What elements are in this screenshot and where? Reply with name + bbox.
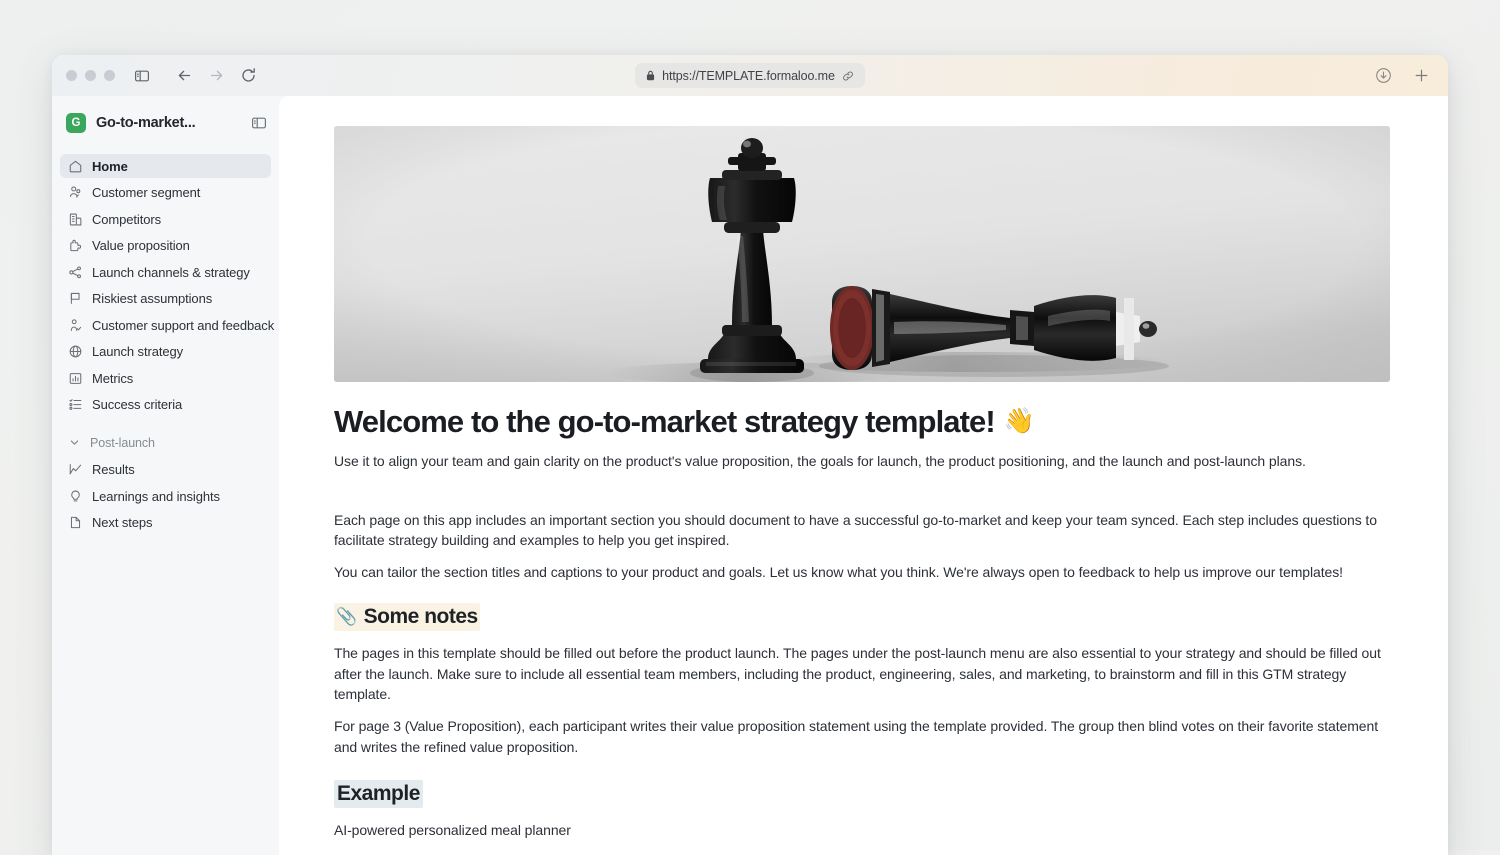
sidebar-item-label: Learnings and insights [92, 488, 220, 504]
sidebar-item-success-criteria[interactable]: Success criteria [60, 393, 271, 417]
some-notes-heading: 📎 Some notes [334, 602, 480, 632]
users-icon [68, 185, 83, 200]
sidebar-item-label: Riskiest assumptions [92, 291, 213, 306]
sidebar-item-label: Customer segment [92, 185, 201, 200]
url-text: https://TEMPLATE.formaloo.me [662, 68, 835, 83]
maximize-window-button[interactable] [104, 70, 115, 81]
workspace-badge: G [66, 113, 86, 133]
app-body: G Go-to-market... Home Customer segment … [52, 96, 1448, 855]
sidebar-item-label: Launch strategy [92, 344, 184, 359]
sidebar-section-post-launch[interactable]: Post-launch [60, 431, 271, 455]
notes-paragraph-1: The pages in this template should be fil… [334, 645, 1381, 703]
sidebar-item-label: Customer support and feedback [92, 317, 275, 333]
intro-paragraph-2: You can tailor the section titles and ca… [334, 564, 1343, 581]
reload-icon[interactable] [235, 63, 261, 89]
file-icon [68, 515, 83, 530]
sidebar-item-competitors[interactable]: Competitors [60, 207, 271, 231]
example-heading-text: Example [334, 779, 423, 808]
bar-chart-icon [68, 371, 83, 386]
sidebar-toggle-icon[interactable] [129, 63, 155, 89]
home-icon [68, 159, 83, 174]
puzzle-icon [68, 238, 83, 253]
panel-toggle-icon[interactable] [251, 115, 267, 131]
line-chart-icon [68, 462, 83, 477]
address-bar[interactable]: https://TEMPLATE.formaloo.me [635, 63, 865, 88]
sidebar-item-label: Next steps [92, 515, 153, 530]
sidebar-item-value-proposition[interactable]: Value proposition [60, 234, 271, 258]
sidebar-item-metrics[interactable]: Metrics [60, 366, 271, 390]
sidebar-item-label: Metrics [92, 370, 134, 386]
link-icon[interactable] [842, 70, 854, 82]
building-icon [68, 212, 83, 227]
plus-icon[interactable] [1408, 63, 1434, 89]
sidebar-item-label: Success criteria [92, 397, 183, 412]
lock-icon [646, 70, 655, 81]
sidebar-item-label: Competitors [92, 211, 161, 227]
intro-paragraph-1: Each page on this app includes an import… [334, 511, 1377, 549]
sidebar-item-next-steps[interactable]: Next steps [60, 511, 271, 535]
chess-pieces-illustration [334, 126, 1390, 382]
globe-icon [68, 344, 83, 359]
sidebar-section-label: Post-launch [90, 435, 155, 450]
example-heading: Example [334, 779, 423, 808]
flag-icon [68, 291, 83, 306]
sidebar: G Go-to-market... Home Customer segment … [52, 96, 279, 855]
some-notes-heading-text: Some notes [363, 604, 479, 628]
notes-paragraph-2: For page 3 (Value Proposition), each par… [334, 718, 1379, 755]
example-body-text: AI-powered personalized meal planner [334, 821, 571, 838]
waving-hand-icon: 👋 [1003, 407, 1035, 436]
sidebar-item-label: Value proposition [92, 238, 190, 253]
content-pane: Welcome to the go-to-market strategy tem… [279, 96, 1448, 855]
minimize-window-button[interactable] [85, 70, 96, 81]
lightbulb-icon [68, 489, 83, 504]
sidebar-item-label: Launch channels & strategy [92, 264, 250, 280]
workspace-title: Go-to-market... [96, 115, 196, 131]
close-window-button[interactable] [66, 70, 77, 81]
sidebar-item-label: Home [92, 158, 128, 174]
sidebar-item-customer-support-and-feedback[interactable]: Customer support and feedback [60, 313, 275, 337]
back-arrow-icon[interactable] [171, 63, 197, 89]
hero-image [334, 126, 1390, 382]
user-check-icon [68, 318, 83, 333]
page-lede: Use it to align your team and gain clari… [334, 452, 1306, 469]
workspace-header[interactable]: G Go-to-market... [60, 96, 271, 150]
page-title: Welcome to the go-to-market strategy tem… [334, 404, 1393, 440]
sidebar-item-launch-strategy[interactable]: Launch strategy [60, 340, 271, 364]
sidebar-item-riskiest-assumptions[interactable]: Riskiest assumptions [60, 287, 271, 311]
page-title-text: Welcome to the go-to-market strategy tem… [334, 404, 996, 439]
sidebar-item-label: Results [92, 462, 135, 477]
paperclip-icon: 📎 [336, 607, 357, 627]
sidebar-item-customer-segment[interactable]: Customer segment [60, 181, 271, 205]
sidebar-item-home[interactable]: Home [60, 154, 271, 178]
share-icon [68, 265, 83, 280]
sidebar-item-results[interactable]: Results [60, 458, 271, 482]
sidebar-nav: Home Customer segment Competitors Value … [60, 154, 275, 535]
download-icon[interactable] [1370, 63, 1396, 89]
chevron-down-icon [68, 437, 81, 448]
window-traffic-lights[interactable] [66, 70, 115, 81]
checklist-icon [68, 397, 83, 412]
sidebar-item-launch-channels-strategy[interactable]: Launch channels & strategy [60, 260, 271, 284]
sidebar-item-learnings-and-insights[interactable]: Learnings and insights [60, 484, 271, 508]
browser-window: https://TEMPLATE.formaloo.me G Go-to-mar… [52, 55, 1448, 855]
forward-arrow-icon[interactable] [203, 63, 229, 89]
browser-toolbar: https://TEMPLATE.formaloo.me [52, 55, 1448, 96]
